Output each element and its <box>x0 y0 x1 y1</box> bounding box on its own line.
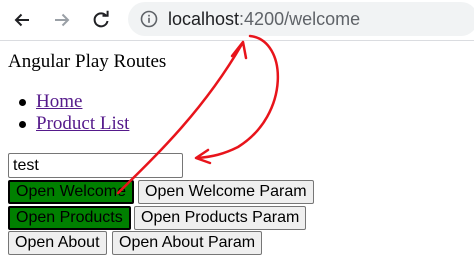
open-products-param-button[interactable]: Open Products Param <box>134 206 307 230</box>
list-item: Product List <box>18 113 129 135</box>
nav-list: Home Product List <box>18 91 129 135</box>
arrow-right-icon <box>52 10 72 30</box>
open-about-param-button[interactable]: Open About Param <box>112 231 263 255</box>
url-host: localhost <box>168 9 240 29</box>
list-item: Home <box>18 91 129 113</box>
reload-button[interactable] <box>87 6 115 34</box>
open-products-button[interactable]: Open Products <box>8 206 131 230</box>
page-content: Angular Play Routes Home Product List Op… <box>0 41 474 278</box>
reload-icon <box>91 10 111 30</box>
open-welcome-button[interactable]: Open Welcome <box>8 180 134 204</box>
arrow-left-icon <box>12 10 32 30</box>
text-input[interactable] <box>8 153 183 178</box>
home-link[interactable]: Home <box>36 91 82 112</box>
info-icon[interactable] <box>140 10 158 33</box>
open-about-button[interactable]: Open About <box>8 231 107 255</box>
page-title: Angular Play Routes <box>8 51 167 72</box>
back-button[interactable] <box>8 6 36 34</box>
url-text: localhost:4200/welcome <box>168 8 360 30</box>
url-path: :4200/welcome <box>239 9 361 29</box>
product-list-link[interactable]: Product List <box>36 113 129 134</box>
open-welcome-param-button[interactable]: Open Welcome Param <box>138 180 314 204</box>
browser-toolbar: localhost:4200/welcome <box>0 0 474 40</box>
forward-button[interactable] <box>48 6 76 34</box>
address-bar[interactable]: localhost:4200/welcome <box>128 2 474 36</box>
